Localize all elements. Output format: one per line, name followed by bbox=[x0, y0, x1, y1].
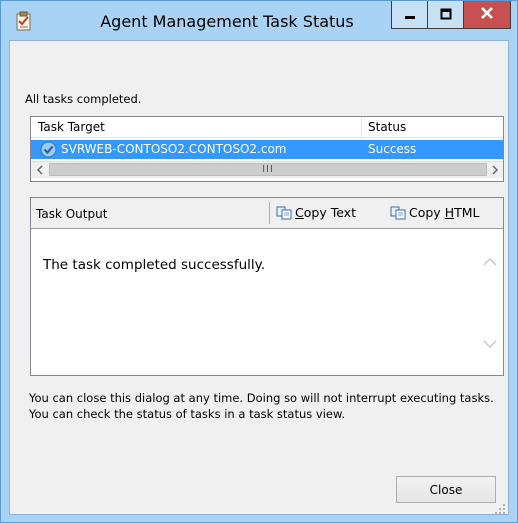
task-output-panel: Task Output Copy Text Copy HTML The task… bbox=[30, 197, 504, 376]
copy-html-mnemonic: H bbox=[444, 205, 455, 220]
row-task-target: SVRWEB-CONTOSO2.CONTOSO2.com bbox=[61, 142, 287, 156]
copy-icon bbox=[276, 206, 292, 220]
scroll-left-arrow-icon[interactable] bbox=[31, 162, 48, 178]
column-header-task-target[interactable]: Task Target bbox=[38, 120, 105, 134]
resize-grip-icon[interactable] bbox=[494, 500, 506, 514]
task-output-text: The task completed successfully. bbox=[43, 257, 265, 273]
column-header-status[interactable]: Status bbox=[368, 120, 406, 134]
copy-icon bbox=[390, 206, 406, 220]
maximize-icon bbox=[440, 5, 452, 24]
task-list-header: Task Target Status bbox=[31, 117, 503, 138]
scroll-right-arrow-icon[interactable] bbox=[486, 162, 503, 178]
row-status: Success bbox=[368, 142, 417, 156]
toolbar-separator bbox=[269, 202, 270, 224]
column-divider[interactable] bbox=[361, 117, 362, 138]
title-bar[interactable]: Agent Management Task Status bbox=[1, 1, 517, 41]
copy-html-label-prefix: Copy bbox=[409, 205, 445, 220]
success-check-icon bbox=[40, 141, 57, 158]
help-text: You can close this dialog at any time. D… bbox=[29, 391, 494, 421]
task-output-body[interactable]: The task completed successfully. bbox=[31, 229, 503, 375]
task-list-row[interactable]: SVRWEB-CONTOSO2.CONTOSO2.com Success bbox=[31, 140, 503, 159]
horizontal-scroll-thumb[interactable]: III bbox=[49, 163, 487, 176]
minimize-icon bbox=[404, 5, 416, 24]
window-title: Agent Management Task Status bbox=[100, 12, 354, 31]
close-window-button[interactable] bbox=[463, 1, 511, 29]
scroll-down-arrow-icon[interactable] bbox=[483, 334, 497, 353]
copy-text-label: Copy Text bbox=[295, 205, 356, 220]
scroll-up-arrow-icon[interactable] bbox=[483, 251, 497, 270]
task-output-toolbar: Task Output Copy Text Copy HTML bbox=[31, 198, 503, 229]
close-button[interactable]: Close bbox=[396, 476, 496, 503]
copy-html-label-rest: TML bbox=[454, 205, 480, 220]
summary-text: All tasks completed. bbox=[25, 92, 142, 106]
task-output-label: Task Output bbox=[36, 207, 108, 221]
minimize-button[interactable] bbox=[391, 1, 428, 29]
maximize-button[interactable] bbox=[427, 1, 464, 29]
copy-text-label-rest: opy Text bbox=[303, 205, 356, 220]
task-list[interactable]: Task Target Status SVRWEB-CONTOSO2.CONTO… bbox=[30, 116, 504, 182]
copy-html-label: Copy HTML bbox=[409, 205, 479, 220]
copy-text-button[interactable]: Copy Text bbox=[276, 205, 356, 220]
copy-html-button[interactable]: Copy HTML bbox=[390, 205, 479, 220]
close-icon bbox=[480, 5, 494, 24]
copy-text-mnemonic: C bbox=[295, 205, 304, 220]
horizontal-scrollbar[interactable]: III bbox=[31, 161, 503, 178]
